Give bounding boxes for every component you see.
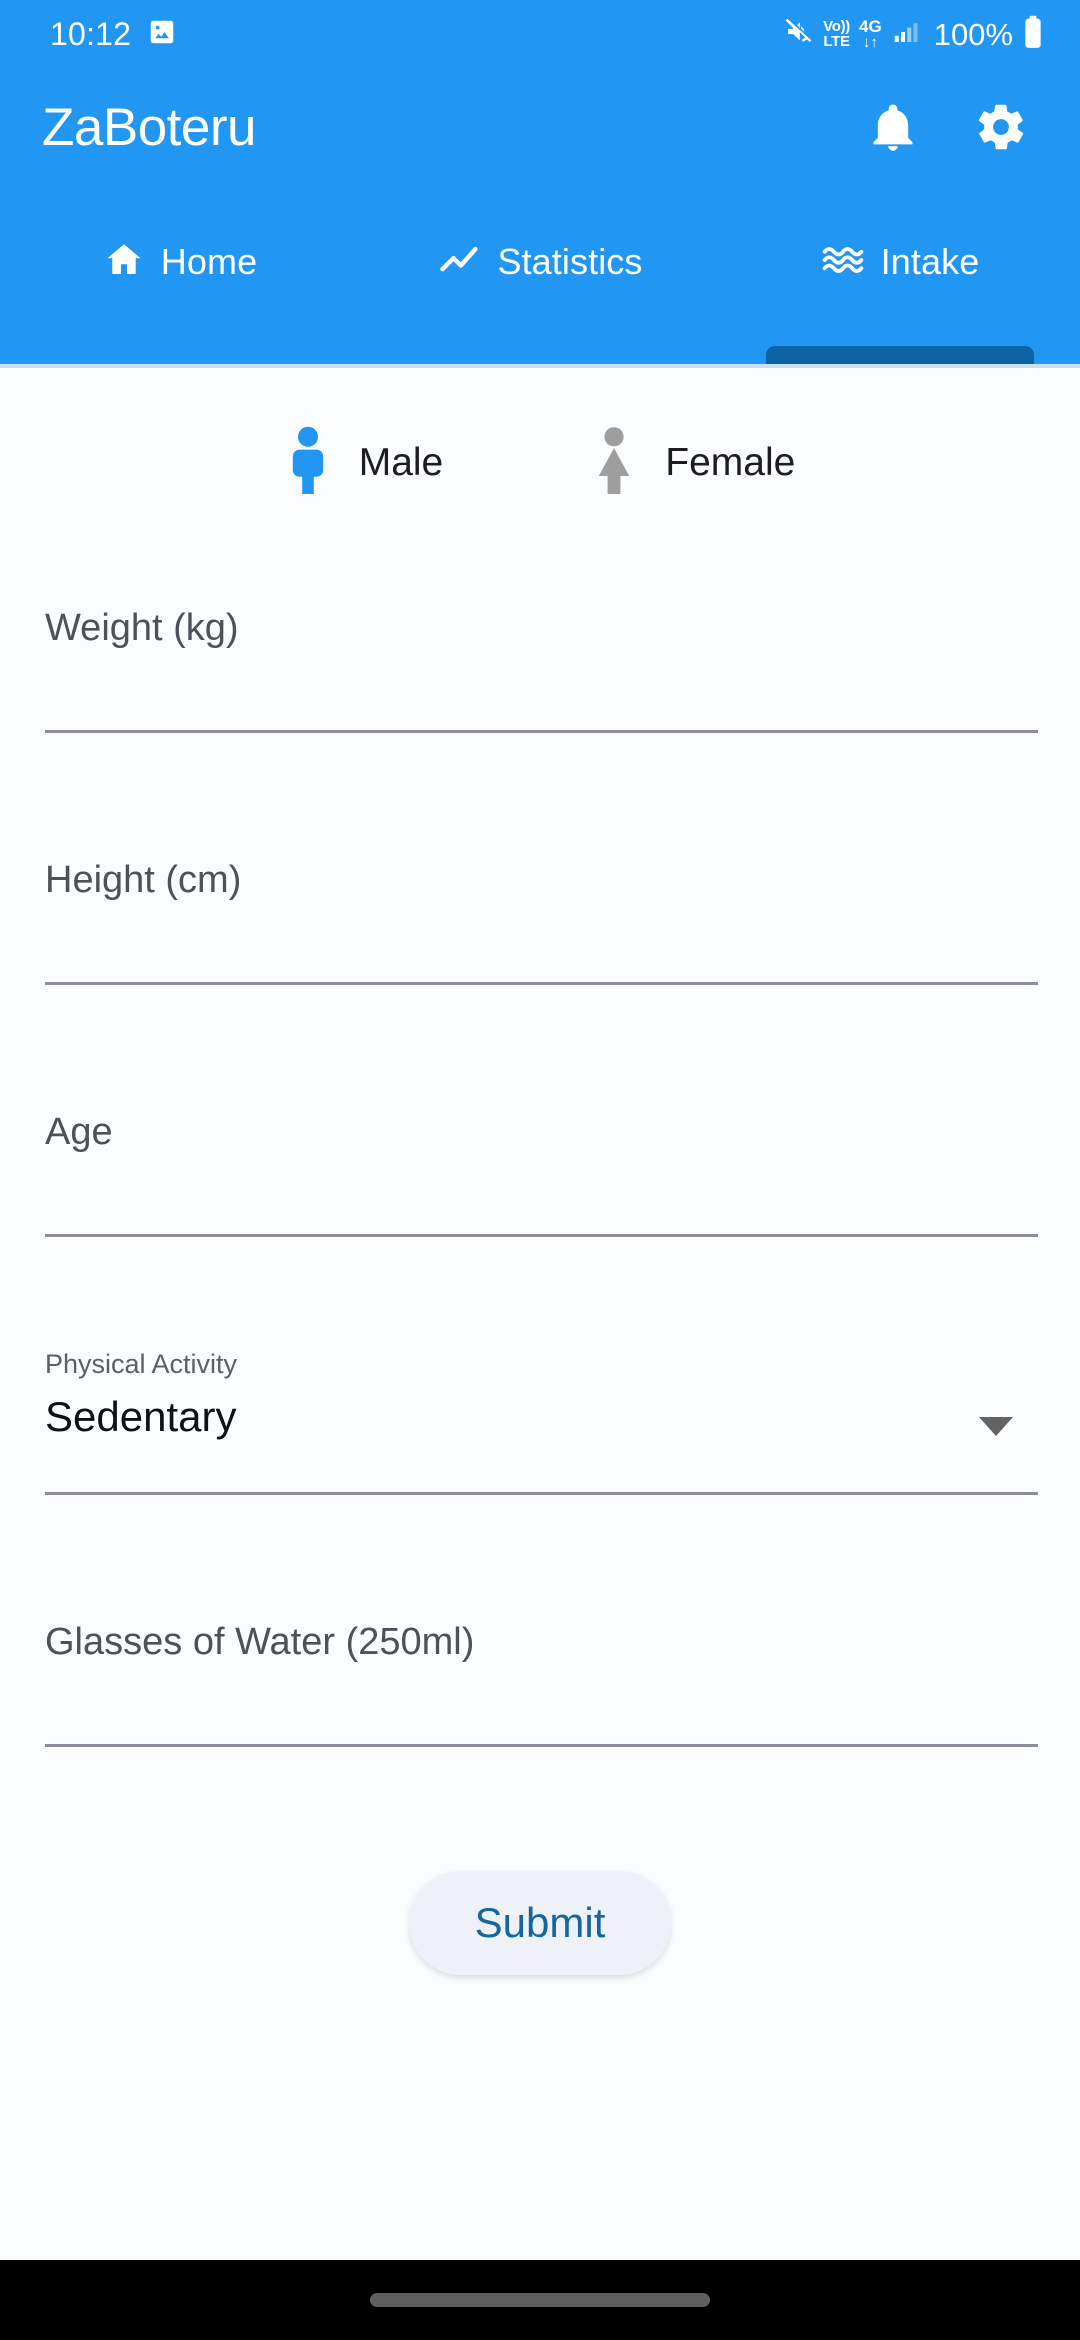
gender-label-male: Male	[358, 440, 444, 484]
height-field[interactable]: Height (cm)	[45, 817, 1038, 1069]
physical-activity-value: Sedentary	[45, 1393, 237, 1440]
age-field[interactable]: Age	[45, 1069, 1038, 1321]
volte-indicator: Vo)) LTE	[823, 17, 851, 50]
mute-icon	[783, 16, 814, 52]
battery-full-icon	[1022, 15, 1044, 54]
bell-icon[interactable]	[862, 96, 924, 158]
volte-top-label: Vo))	[823, 17, 851, 35]
volte-bottom-label: LTE	[823, 33, 850, 50]
home-icon	[103, 239, 145, 286]
gear-icon[interactable]	[970, 96, 1032, 158]
physical-activity-underline	[45, 1492, 1038, 1495]
submit-button-wrapper: Submit	[45, 1871, 1035, 1975]
status-clock: 10:12	[50, 16, 132, 52]
home-gesture-pill[interactable]	[370, 2293, 710, 2307]
image-icon	[147, 17, 177, 52]
physical-activity-label: Physical Activity	[45, 1349, 238, 1379]
network-type-indicator: 4G ↓↑	[859, 16, 882, 52]
network-type-label: 4G	[859, 16, 882, 36]
tab-intake[interactable]: Intake	[720, 186, 1080, 364]
active-tab-indicator	[766, 346, 1034, 364]
status-bar-left: 10:12	[50, 17, 177, 52]
height-field-placeholder: Height (cm)	[45, 859, 242, 901]
battery-percent-label: 100%	[933, 16, 1013, 52]
weight-field-placeholder: Weight (kg)	[45, 607, 239, 649]
weight-field-underline	[45, 730, 1038, 733]
gender-selector: Male Female	[0, 368, 1080, 499]
data-transfer-arrows: ↓↑	[862, 34, 878, 52]
status-bar-right: Vo)) LTE 4G ↓↑ 100%	[783, 15, 1044, 54]
app-title: ZaBoteru	[42, 97, 257, 157]
submit-button[interactable]: Submit	[408, 1871, 672, 1975]
gender-option-female[interactable]: Female	[591, 426, 795, 499]
age-field-underline	[45, 1234, 1038, 1237]
tab-intake-label: Intake	[880, 241, 980, 282]
status-bar: 10:12 Vo)) LTE 4G ↓↑ 100%	[0, 0, 1080, 68]
male-figure-icon	[285, 426, 331, 499]
intake-form-content: Male Female Weight (kg) Height (cm) Age …	[0, 368, 1080, 2260]
tab-home-label: Home	[160, 241, 258, 282]
glasses-of-water-field[interactable]: Glasses of Water (250ml)	[45, 1579, 1038, 1831]
intake-form: Weight (kg) Height (cm) Age Physical Act…	[0, 565, 1080, 1975]
tab-statistics[interactable]: Statistics	[360, 186, 720, 364]
tab-home[interactable]: Home	[0, 186, 360, 364]
height-field-underline	[45, 982, 1038, 985]
gender-option-male[interactable]: Male	[285, 426, 444, 499]
trending-up-icon	[437, 238, 481, 287]
tab-bar: Home Statistics Intake	[0, 186, 1080, 364]
app-bar-actions	[862, 96, 1042, 158]
app-bar: ZaBoteru	[0, 68, 1080, 186]
gender-label-female: Female	[665, 440, 796, 484]
glasses-of-water-placeholder: Glasses of Water (250ml)	[45, 1621, 475, 1663]
waves-icon	[821, 238, 865, 287]
glasses-of-water-underline	[45, 1744, 1038, 1747]
signal-bars-icon	[891, 17, 921, 52]
physical-activity-dropdown[interactable]: Physical Activity Sedentary	[45, 1321, 1038, 1579]
age-field-placeholder: Age	[45, 1111, 113, 1153]
tab-statistics-label: Statistics	[497, 241, 643, 282]
female-figure-icon	[591, 426, 637, 499]
chevron-down-icon[interactable]	[979, 1417, 1013, 1436]
system-navigation-bar	[0, 2260, 1080, 2340]
weight-field[interactable]: Weight (kg)	[45, 565, 1038, 817]
phone-screen: 10:12 Vo)) LTE 4G ↓↑ 100% ZaBoteru Home …	[0, 0, 1080, 2340]
